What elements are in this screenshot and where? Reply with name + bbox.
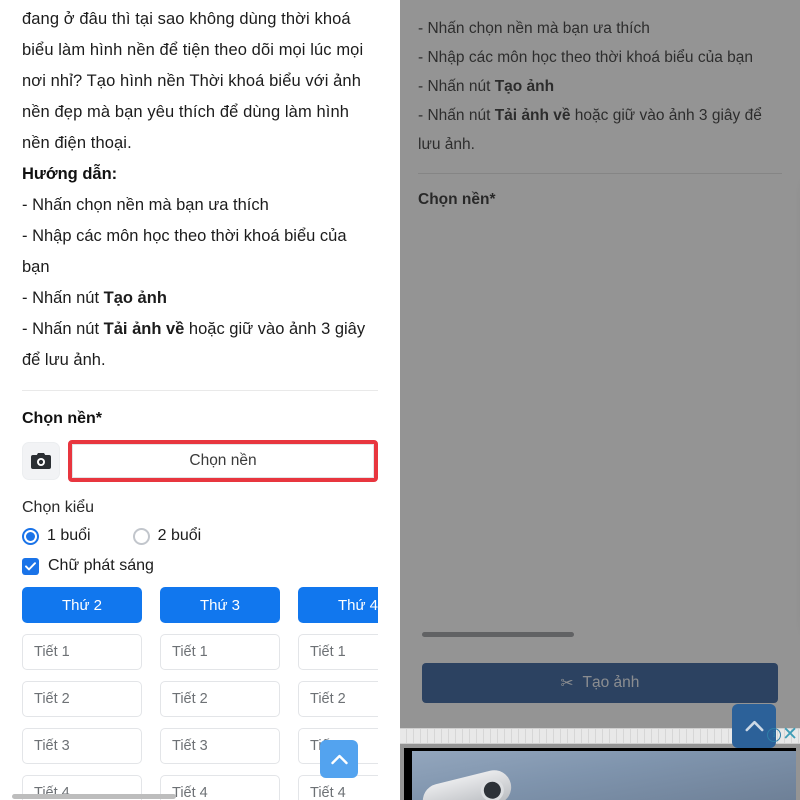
radio-1-buoi[interactable] [22, 527, 39, 545]
guide-item-text: - Nhấn chọn nền mà bạn ưa thích [22, 196, 269, 214]
period-cell[interactable]: Tiết 1 [22, 634, 142, 670]
ad-banner[interactable] [404, 748, 796, 800]
schedule-column: Thứ 2 Tiết 1 Tiết 2 Tiết 3 Tiết 4 Tiết 5 [22, 587, 142, 800]
period-cell[interactable]: Tiết 3 [22, 728, 142, 764]
ad-image [412, 751, 796, 800]
scroll-to-top-button[interactable] [320, 740, 358, 778]
scrollbar-thumb[interactable] [12, 794, 176, 799]
period-cell[interactable]: Tiết 1 [160, 634, 280, 670]
guide-item-bold: Tạo ảnh [103, 289, 167, 307]
period-cell[interactable]: Tiết 1 [298, 634, 378, 670]
right-panel: - Nhấn chọn nền mà bạn ưa thích - Nhập c… [400, 0, 800, 800]
ad-close-icon[interactable]: ✕ [782, 725, 798, 744]
section-divider [22, 390, 378, 391]
horizontal-scrollbar[interactable] [0, 794, 400, 800]
modal-overlay[interactable] [400, 0, 800, 800]
period-cell[interactable]: Tiết 2 [22, 681, 142, 717]
ad-controls: i ✕ [767, 725, 798, 744]
choose-background-highlight: Chọn nền [68, 440, 378, 482]
guide-item-text: - Nhấn nút [22, 289, 104, 307]
guide-item-bold: Tải ảnh về [103, 320, 185, 338]
check-icon[interactable] [22, 557, 39, 575]
background-picker-row: Chọn nền [22, 440, 378, 482]
style-label: Chọn kiểu [22, 499, 95, 516]
schedule-column: Thứ 3 Tiết 1 Tiết 2 Tiết 3 Tiết 4 Tiết 5 [160, 587, 280, 800]
guide-item: - Nhấn nút Tạo ảnh [22, 283, 378, 314]
radio-2-buoi-label: 2 buổi [157, 527, 202, 544]
period-cell[interactable]: Tiết 2 [160, 681, 280, 717]
ad-image-object [419, 766, 515, 800]
period-cell[interactable]: Tiết 2 [298, 681, 378, 717]
background-field-label: Chọn nền* [22, 410, 102, 427]
glow-checkbox-label: Chữ phát sáng [48, 557, 154, 574]
period-cell[interactable]: Tiết 3 [160, 728, 280, 764]
guide-item-text: - Nhấn nút [22, 320, 104, 338]
glow-checkbox-row[interactable]: Chữ phát sáng [22, 557, 378, 575]
guide-item: - Nhập các môn học theo thời khoá biểu c… [22, 221, 378, 283]
choose-background-button[interactable]: Chọn nền [72, 444, 374, 478]
radio-2-buoi[interactable] [132, 527, 150, 545]
article-body: đang ở đâu thì tại sao không dùng thời k… [22, 0, 378, 376]
guide-heading: Hướng dẫn: [22, 165, 118, 183]
day-header[interactable]: Thứ 4 [298, 587, 378, 623]
guide-item: - Nhấn nút Tải ảnh về hoặc giữ vào ảnh 3… [22, 314, 378, 376]
article-paragraph: đang ở đâu thì tại sao không dùng thời k… [22, 10, 364, 152]
ad-info-icon[interactable]: i [767, 728, 782, 742]
day-header[interactable]: Thứ 2 [22, 587, 142, 623]
day-header[interactable]: Thứ 3 [160, 587, 280, 623]
screenshot-root: đang ở đâu thì tại sao không dùng thời k… [0, 0, 800, 800]
guide-item: - Nhấn chọn nền mà bạn ưa thích [22, 190, 378, 221]
style-options: 1 buổi 2 buổi [22, 527, 378, 545]
radio-1-buoi-label: 1 buổi [47, 527, 91, 544]
left-panel: đang ở đâu thì tại sao không dùng thời k… [0, 0, 400, 800]
camera-icon[interactable] [22, 442, 60, 480]
guide-item-text: - Nhập các môn học theo thời khoá biểu c… [22, 227, 347, 276]
